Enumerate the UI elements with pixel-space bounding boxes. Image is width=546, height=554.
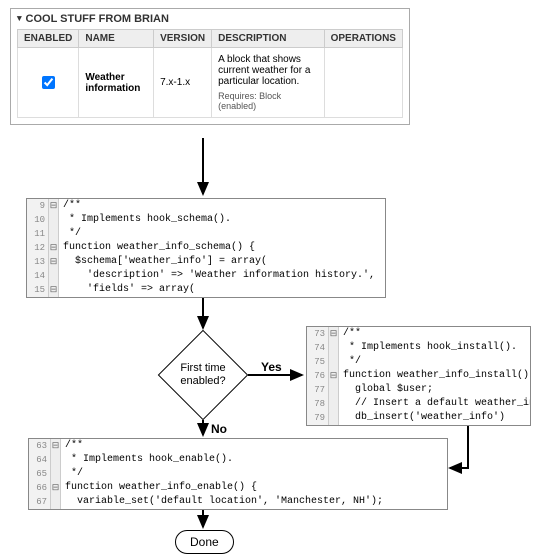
module-version: 7.x-1.x xyxy=(154,48,212,118)
edge-label-yes: Yes xyxy=(261,360,282,374)
enabled-checkbox[interactable] xyxy=(42,76,55,89)
code-line: 14 'description' => 'Weather information… xyxy=(27,269,385,283)
module-operations xyxy=(324,48,402,118)
code-line: 65 */ xyxy=(29,467,447,481)
code-line: 9⊟/** xyxy=(27,199,385,213)
desc-text: A block that shows current weather for a… xyxy=(218,54,317,87)
module-description: A block that shows current weather for a… xyxy=(212,48,324,118)
module-table: ENABLED NAME VERSION DESCRIPTION OPERATI… xyxy=(17,29,403,118)
code-hook-enable: 63⊟/**64 * Implements hook_enable().65 *… xyxy=(28,438,448,510)
flowchart-container: COOL STUFF FROM BRIAN ENABLED NAME VERSI… xyxy=(8,8,538,528)
code-line: 76⊟function weather_info_install() { xyxy=(307,369,530,383)
desc-requires: Requires: Block (enabled) xyxy=(218,91,317,111)
code-line: 12⊟function weather_info_schema() { xyxy=(27,241,385,255)
table-row: Weather information 7.x-1.x A block that… xyxy=(18,48,403,118)
col-version: VERSION xyxy=(154,30,212,48)
code-line: 64 * Implements hook_enable(). xyxy=(29,453,447,467)
code-hook-install: 73⊟/**74 * Implements hook_install().75 … xyxy=(306,326,531,426)
code-line: 15⊟ 'fields' => array( xyxy=(27,283,385,297)
edge-label-no: No xyxy=(211,422,227,436)
code-line: 13⊟ $schema['weather_info'] = array( xyxy=(27,255,385,269)
code-line: 66⊟function weather_info_enable() { xyxy=(29,481,447,495)
col-description: DESCRIPTION xyxy=(212,30,324,48)
panel-title: COOL STUFF FROM BRIAN xyxy=(17,13,403,25)
code-line: 78 // Insert a default weather_info cate… xyxy=(307,397,530,411)
module-admin-panel: COOL STUFF FROM BRIAN ENABLED NAME VERSI… xyxy=(10,8,410,125)
code-line: 11 */ xyxy=(27,227,385,241)
code-line: 67 variable_set('default location', 'Man… xyxy=(29,495,447,509)
col-name: NAME xyxy=(79,30,154,48)
col-enabled: ENABLED xyxy=(18,30,79,48)
code-line: 10 * Implements hook_schema(). xyxy=(27,213,385,227)
code-line: 73⊟/** xyxy=(307,327,530,341)
module-name: Weather information xyxy=(79,48,154,118)
done-terminal: Done xyxy=(175,530,234,554)
code-line: 79 db_insert('weather_info') xyxy=(307,411,530,425)
col-operations: OPERATIONS xyxy=(324,30,402,48)
code-line: 63⊟/** xyxy=(29,439,447,453)
decision-text: First time enabled? xyxy=(158,330,248,420)
code-line: 75 */ xyxy=(307,355,530,369)
decision-first-time: First time enabled? xyxy=(158,330,248,420)
code-line: 77 global $user; xyxy=(307,383,530,397)
code-hook-schema: 9⊟/**10 * Implements hook_schema().11 */… xyxy=(26,198,386,298)
code-line: 74 * Implements hook_install(). xyxy=(307,341,530,355)
